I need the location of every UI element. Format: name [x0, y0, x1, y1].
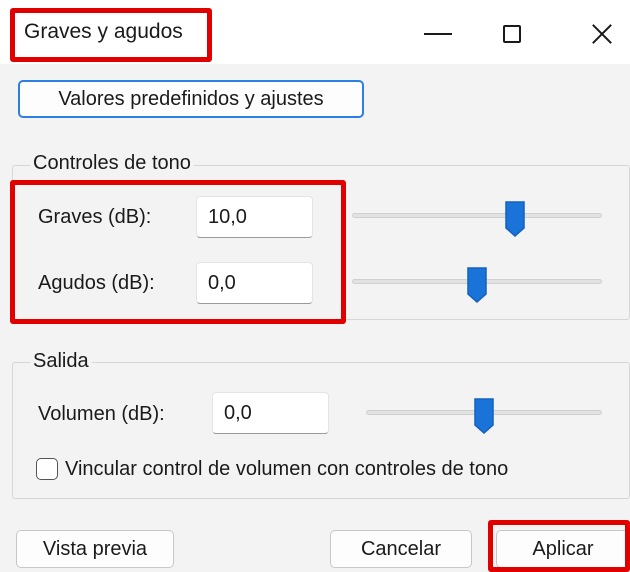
title-highlight	[10, 8, 212, 62]
cancel-button[interactable]: Cancelar	[330, 530, 472, 568]
output-label: Salida	[30, 350, 92, 373]
apply-highlight	[488, 520, 630, 572]
treble-slider[interactable]	[352, 266, 602, 304]
bass-slider-thumb[interactable]	[504, 200, 526, 238]
volume-slider[interactable]	[366, 397, 602, 435]
volume-slider-thumb[interactable]	[473, 397, 495, 435]
treble-slider-thumb[interactable]	[466, 266, 488, 304]
bass-slider[interactable]	[352, 200, 602, 238]
link-volume-checkbox[interactable]	[36, 458, 58, 480]
volume-label: Volumen (dB):	[38, 403, 165, 425]
close-icon	[591, 23, 613, 45]
tone-fields-highlight	[10, 180, 346, 324]
tone-controls-label: Controles de tono	[30, 152, 194, 175]
maximize-button[interactable]	[492, 14, 532, 54]
bass-slider-track	[352, 213, 602, 218]
minimize-button[interactable]	[418, 14, 458, 54]
volume-input[interactable]: 0,0	[212, 392, 329, 434]
minimize-icon	[424, 33, 452, 35]
close-button[interactable]	[582, 14, 622, 54]
link-volume-label[interactable]: Vincular control de volumen con controle…	[65, 458, 508, 481]
preview-button[interactable]: Vista previa	[16, 530, 174, 568]
graves-y-agudos-dialog: Graves y agudos Valores predefinidos y a…	[0, 0, 630, 572]
presets-button[interactable]: Valores predefinidos y ajustes	[18, 80, 364, 118]
maximize-icon	[503, 25, 521, 43]
